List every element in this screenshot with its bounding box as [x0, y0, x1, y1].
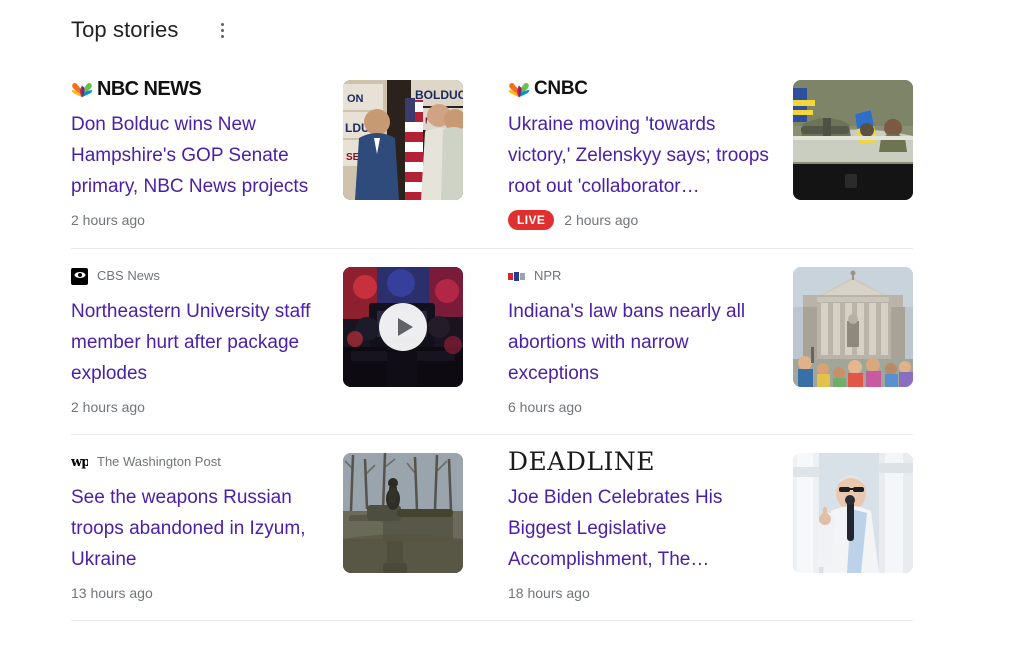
- timestamp: 2 hours ago: [564, 212, 639, 228]
- module-header: Top stories: [71, 12, 234, 48]
- status-badge: LIVE: [508, 210, 555, 230]
- cnbc-logo: CNBC: [508, 79, 588, 99]
- page-title: Top stories: [71, 17, 179, 42]
- headline-link[interactable]: Don Bolduc wins New Hampshire's GOP Sena…: [71, 109, 343, 202]
- source-name: NBC NEWS: [97, 78, 202, 100]
- timestamp: 18 hours ago: [508, 585, 590, 601]
- thumbnail-abandoned-tank[interactable]: [343, 453, 463, 573]
- story-card[interactable]: wp The Washington Post See the weapons R…: [71, 434, 492, 620]
- source-name: CNBC: [534, 78, 588, 99]
- timestamp: 2 hours ago: [71, 212, 145, 228]
- story-card[interactable]: DEADLINE Joe Biden Celebrates His Bigges…: [492, 434, 913, 620]
- timestamp: 6 hours ago: [508, 399, 582, 415]
- headline-link[interactable]: Ukraine moving 'towards victory,' Zelens…: [508, 109, 780, 202]
- headline-link[interactable]: Indiana's law bans nearly all abortions …: [508, 296, 780, 389]
- timestamp: 2 hours ago: [71, 399, 145, 415]
- source-name: The Washington Post: [97, 454, 221, 469]
- source-line: NBC NEWS: [71, 78, 343, 100]
- thumbnail-statehouse-protest[interactable]: [793, 267, 913, 387]
- source-line: wp The Washington Post: [71, 451, 343, 473]
- source-line: CNBC: [508, 78, 780, 100]
- story-card[interactable]: NBC NEWS Don Bolduc wins New Hampshire's…: [71, 62, 492, 248]
- meta-line: 13 hours ago: [71, 582, 343, 604]
- card-text: CBS News Northeastern University staff m…: [71, 265, 343, 418]
- meta-line: LIVE 2 hours ago: [508, 209, 780, 231]
- thumbnail-bolduc-campaign[interactable]: ON LDUC SEN BOLDUC U.S.: [343, 80, 463, 200]
- meta-line: 6 hours ago: [508, 396, 780, 418]
- bottom-divider: [71, 620, 913, 621]
- svg-text:BOLDUC: BOLDUC: [415, 88, 463, 102]
- source-name: NPR: [534, 268, 562, 283]
- source-name: CBS News: [97, 268, 160, 283]
- card-text: wp The Washington Post See the weapons R…: [71, 451, 343, 604]
- story-card[interactable]: NPR Indiana's law bans nearly all aborti…: [492, 248, 913, 434]
- more-vert-icon[interactable]: [210, 17, 234, 43]
- top-stories-module: Top stories NBC NEWS Don Bolduc wins New…: [0, 0, 1024, 658]
- source-line: CBS News: [71, 265, 343, 287]
- story-card[interactable]: CNBC Ukraine moving 'towards victory,' Z…: [492, 62, 913, 248]
- headline-link[interactable]: See the weapons Russian troops abandoned…: [71, 482, 343, 575]
- source-line: DEADLINE: [508, 447, 780, 476]
- thumbnail-image: [793, 267, 913, 387]
- npr-favicon: [508, 267, 525, 285]
- washington-post-favicon: wp: [71, 453, 88, 471]
- cbs-news-favicon: [71, 267, 88, 285]
- thumbnail-image: [793, 453, 913, 573]
- thumbnail-image: [793, 80, 913, 200]
- stories-grid: NBC NEWS Don Bolduc wins New Hampshire's…: [71, 62, 913, 620]
- meta-line: 2 hours ago: [71, 396, 343, 418]
- headline-link[interactable]: Joe Biden Celebrates His Biggest Legisla…: [508, 482, 780, 575]
- card-text: NPR Indiana's law bans nearly all aborti…: [508, 265, 780, 418]
- card-text: NBC NEWS Don Bolduc wins New Hampshire's…: [71, 78, 343, 231]
- timestamp: 13 hours ago: [71, 585, 153, 601]
- deadline-logo: DEADLINE: [508, 447, 655, 476]
- source-line: NPR: [508, 265, 780, 287]
- peacock-icon: [508, 82, 530, 97]
- thumbnail-image: ON LDUC SEN BOLDUC U.S.: [343, 80, 463, 200]
- nbc-news-logo: NBC NEWS: [71, 78, 202, 100]
- headline-link[interactable]: Northeastern University staff member hur…: [71, 296, 343, 389]
- thumbnail-image: [343, 453, 463, 573]
- card-text: CNBC Ukraine moving 'towards victory,' Z…: [508, 78, 780, 231]
- story-card[interactable]: CBS News Northeastern University staff m…: [71, 248, 492, 434]
- thumbnail-ukraine-armor[interactable]: [793, 80, 913, 200]
- peacock-icon: [71, 82, 93, 97]
- thumbnail-police-night-scene[interactable]: [343, 267, 463, 387]
- svg-text:ON: ON: [347, 93, 364, 105]
- play-icon[interactable]: [379, 303, 427, 351]
- meta-line: 2 hours ago: [71, 209, 343, 231]
- meta-line: 18 hours ago: [508, 582, 780, 604]
- card-text: DEADLINE Joe Biden Celebrates His Bigges…: [508, 447, 780, 604]
- thumbnail-biden-speaking[interactable]: [793, 453, 913, 573]
